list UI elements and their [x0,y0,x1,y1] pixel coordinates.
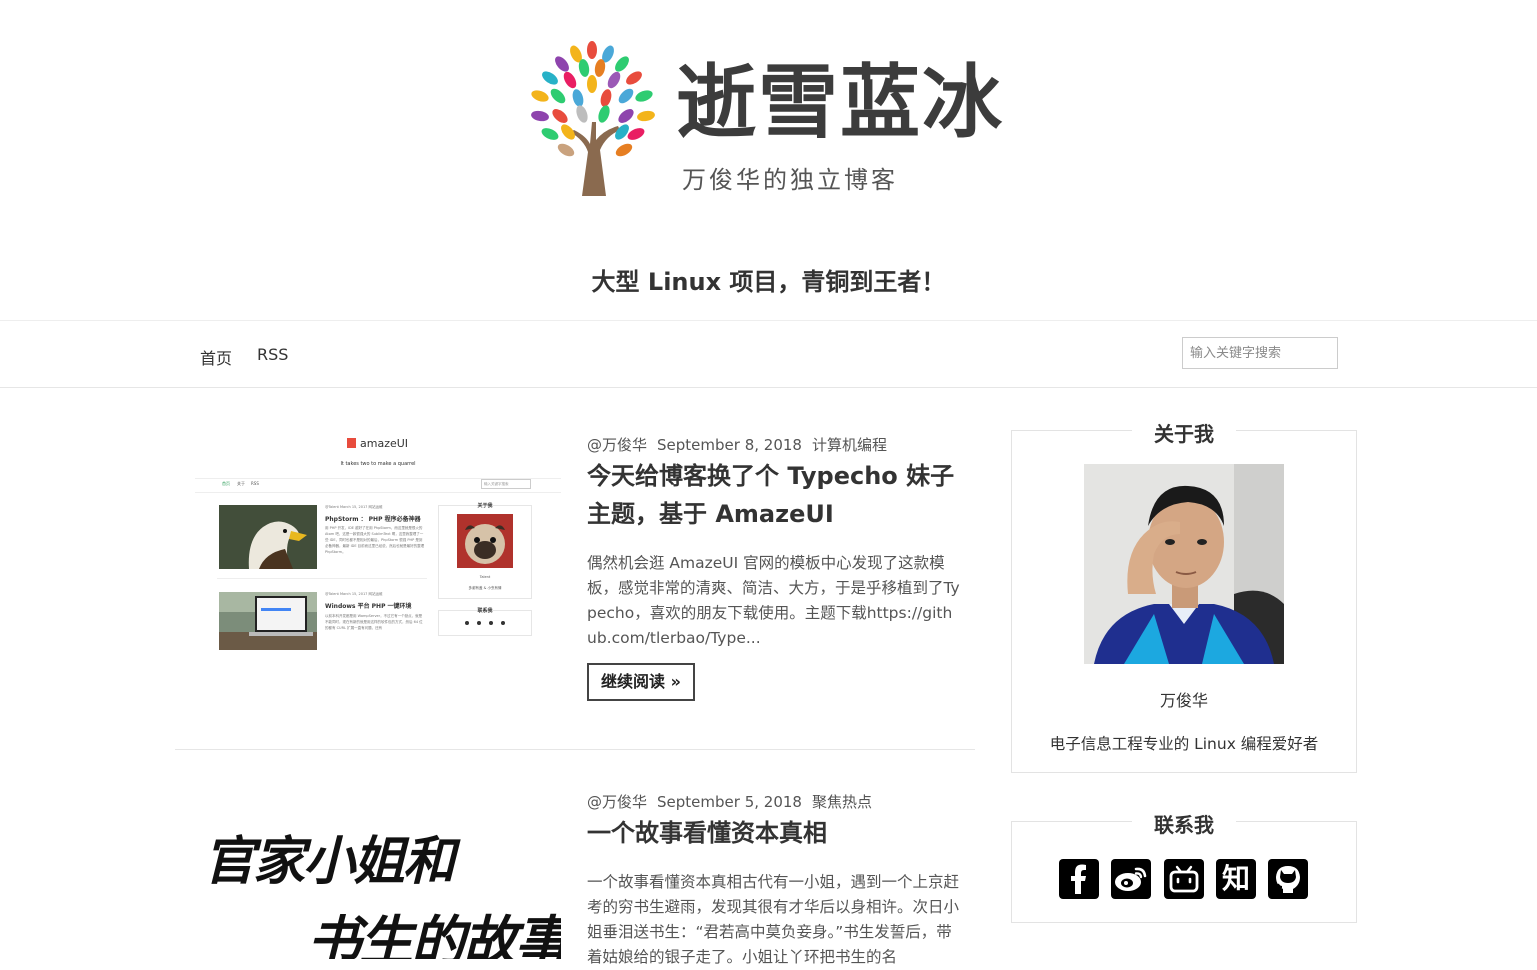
about-widget-title: 关于我 [1012,418,1356,447]
preview-contact-title: 联系我 [477,608,493,614]
weibo-link[interactable] [1111,859,1151,899]
preview-social-icon [465,621,469,625]
post-category-link[interactable]: 计算机编程 [812,436,887,454]
calligraphy-line-2: 书生的故事 [307,909,561,959]
preview-item1-meta: @Talent March 15, 2017 网站运维 [325,505,383,509]
contact-widget: 联系我 知 [1011,813,1357,923]
logo-subtitle: 万俊华的独立博客 [682,166,898,194]
post-title-link[interactable]: 一个故事看懂资本真相 [587,814,967,852]
logo-title: 逝雪蓝冰 [676,56,1004,149]
preview-divider [217,578,427,579]
post-title-link[interactable]: 今天给博客换了个 Typecho 妹子主题，基于 AmazeUI [587,457,967,533]
read-more-button[interactable]: 继续阅读 » [587,663,695,701]
preview-social-icon [477,621,481,625]
site-description: 大型 Linux 项目，青铜到王者！ [591,268,946,296]
facebook-icon [1071,864,1086,894]
tree-logo-icon [531,41,655,196]
post-divider [175,749,975,750]
amazeui-logo-icon [347,438,356,448]
preview-item2-title: Windows 平台 PHP 一键环境 [325,603,412,610]
post-thumbnail[interactable]: 官家小姐和 书生的故事 [195,793,561,959]
weibo-icon [1115,867,1147,891]
author-bio: 电子信息工程专业的 Linux 编程爱好者 [1049,735,1319,753]
github-icon [1276,866,1300,893]
preview-nav-item: RSS [251,481,259,486]
post-author: @万俊华 [587,793,648,811]
post-date: September 5, 2018 [657,793,802,811]
search-input[interactable] [1182,337,1338,369]
post-meta: @万俊华 September 5, 2018 聚焦热点 [587,791,872,812]
avatar [1084,464,1284,664]
preview-about-text: 多谢有盖 & 小虫有情 [468,586,502,590]
preview-nav-item: 关于 [237,481,245,486]
facebook-link[interactable] [1059,859,1099,899]
post-author: @万俊华 [587,436,648,454]
preview-search: 输入关键字搜索 [481,479,531,489]
author-name: 万俊华 [1159,691,1208,710]
post-excerpt: 一个故事看懂资本真相古代有一小姐，遇到一个上京赶考的穷书生避雨，发现其很有才华后… [587,873,960,966]
preview-item2-meta: @Talent March 15, 2017 网站运维 [325,592,383,596]
nav-home-link[interactable]: 首页 [200,345,232,369]
eagle-photo [219,505,317,569]
post-date: September 8, 2018 [657,436,802,454]
post-category-link[interactable]: 聚焦热点 [812,793,872,811]
pug-photo [457,514,513,568]
site-header: 逝雪蓝冰 万俊华的独立博客 大型 Linux 项目，青铜到王者！ [0,0,1537,320]
post-meta: @万俊华 September 8, 2018 计算机编程 [587,434,887,455]
zhihu-icon: 知 [1221,862,1250,895]
preview-tagline: It takes two to make a quarrel [340,461,416,467]
bilibili-icon [1169,865,1199,893]
calligraphy-line-1: 官家小姐和 [203,831,455,892]
about-widget: 关于我 万俊华 电子信息工程专业的 Linux 编程爱好者 [1011,422,1357,773]
post-excerpt: 偶然机会逛 AmazeUI 官网的模板中心发现了这款模板，感觉非常的清爽、简洁、… [587,554,960,647]
bilibili-link[interactable] [1164,859,1204,899]
theme-preview-image: amazeUI It takes two to make a quarrel 首… [195,418,561,650]
zhihu-link[interactable]: 知 [1216,859,1256,899]
contact-title-text: 联系我 [1132,813,1236,837]
main-nav: 首页 RSS [0,320,1537,388]
about-title-text: 关于我 [1132,422,1236,446]
preview-about-name: Talent [479,575,491,579]
post-thumbnail[interactable]: amazeUI It takes two to make a quarrel 首… [195,418,561,650]
nav-rss-link[interactable]: RSS [257,345,288,364]
author-photo [1084,464,1284,664]
preview-social-icon [501,621,505,625]
preview-item1-title: PhpStorm ： PHP 程序必备神器 [325,516,421,523]
github-link[interactable] [1268,859,1308,899]
laptop-photo [219,592,317,650]
preview-nav-item: 首页 [222,481,230,486]
preview-item1-text: 用 PHP 开发，IDE 越好了在用 PhpStorm，而这里就是很火的 Ato… [325,526,425,554]
preview-divider [195,492,561,493]
preview-social-icon [489,621,493,625]
preview-brand: amazeUI [360,437,409,450]
preview-about-title: 关于我 [477,503,493,509]
preview-item2-text: 以前本科开发都是用 WampServer，不过它有一个缺点，就是不能同时，现在有… [325,614,423,630]
contact-widget-title: 联系我 [1012,809,1356,838]
